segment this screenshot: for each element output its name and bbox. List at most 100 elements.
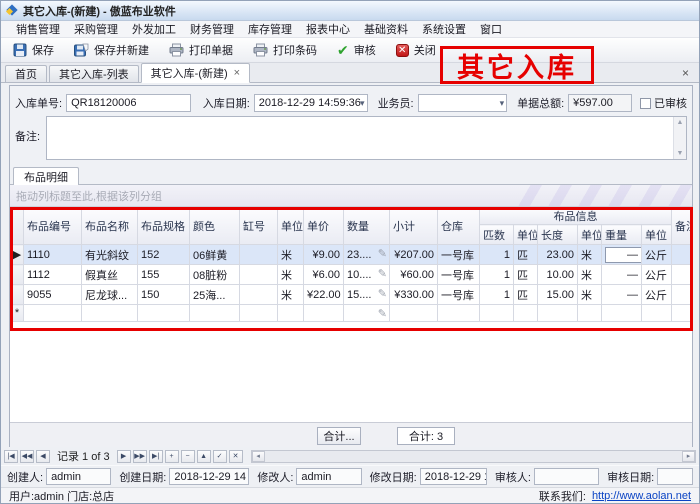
row-selector[interactable] xyxy=(11,265,24,285)
audited-checkbox[interactable]: 已审核 xyxy=(640,95,687,111)
save-button[interactable]: 保存 xyxy=(13,42,54,58)
nav-button[interactable]: ◀◀ xyxy=(20,450,34,463)
salesman-select[interactable]: ▾ xyxy=(418,94,507,112)
cell-len-unit[interactable]: 米 xyxy=(578,265,602,285)
scroll-up-icon[interactable]: ▲ xyxy=(677,119,684,126)
date-picker[interactable]: 2018-12-29 14:59:36▾ xyxy=(254,94,368,112)
scroll-left-icon[interactable]: ◂ xyxy=(252,451,265,462)
nav-button[interactable]: |◀ xyxy=(4,450,18,463)
cell-price[interactable]: ¥9.00 xyxy=(304,245,344,265)
cell-subtotal[interactable]: ¥60.00 xyxy=(390,265,438,285)
row-selector[interactable] xyxy=(11,285,24,305)
scroll-down-icon[interactable]: ▼ xyxy=(677,150,684,157)
cell-weight[interactable]: — xyxy=(602,285,642,305)
chevron-down-icon[interactable]: ▾ xyxy=(500,98,505,109)
cell-subtotal[interactable]: ¥330.00 xyxy=(390,285,438,305)
col-group-fabric-info[interactable]: 布品信息 xyxy=(480,208,672,225)
cell-vat[interactable] xyxy=(240,285,278,305)
col-header-len-unit[interactable]: 单位 xyxy=(578,225,602,245)
table-row[interactable]: 1112 假真丝 155 08脏粉 米 ¥6.00 10....✎ ¥60.00… xyxy=(11,265,692,285)
cell-color[interactable]: 06鲜黄 xyxy=(190,245,240,265)
nav-button[interactable]: + xyxy=(165,450,179,463)
cell-length[interactable]: 10.00 xyxy=(538,265,578,285)
nav-button[interactable]: − xyxy=(181,450,195,463)
cell-unit[interactable]: 米 xyxy=(278,245,304,265)
order-no-field[interactable]: QR18120006 xyxy=(66,94,191,112)
cell-vat[interactable] xyxy=(240,265,278,285)
cell-name[interactable]: 尼龙球... xyxy=(82,285,138,305)
col-header-vat[interactable]: 缸号 xyxy=(240,208,278,245)
cell-length[interactable]: 15.00 xyxy=(538,285,578,305)
col-header-pcs-unit[interactable]: 单位 xyxy=(514,225,538,245)
cell-pcs-unit[interactable]: 匹 xyxy=(514,245,538,265)
menu-basedata[interactable]: 基础资料 xyxy=(357,20,415,38)
cell-remark[interactable] xyxy=(672,245,692,265)
tab-inbound-new[interactable]: 其它入库-(新建) × xyxy=(141,63,250,83)
table-row[interactable]: 9055 尼龙球... 150 25海... 米 ¥22.00 15....✎ … xyxy=(11,285,692,305)
cell-unit[interactable]: 米 xyxy=(278,265,304,285)
menu-window[interactable]: 窗口 xyxy=(473,20,509,38)
col-header-weight[interactable]: 重量 xyxy=(602,225,642,245)
horizontal-scrollbar[interactable]: ◂ ▸ xyxy=(251,450,696,463)
cell-pcs-unit[interactable]: 匹 xyxy=(514,265,538,285)
cell-len-unit[interactable]: 米 xyxy=(578,285,602,305)
print-doc-button[interactable]: 打印单据 xyxy=(169,42,233,58)
menu-reports[interactable]: 报表中心 xyxy=(299,20,357,38)
cell-len-unit[interactable]: 米 xyxy=(578,245,602,265)
cell-spec[interactable]: 155 xyxy=(138,265,190,285)
group-by-box[interactable]: 拖动列标题至此,根据该列分组 xyxy=(10,185,692,207)
cell-remark[interactable] xyxy=(672,265,692,285)
menu-settings[interactable]: 系统设置 xyxy=(415,20,473,38)
nav-button[interactable]: ✕ xyxy=(229,450,243,463)
col-header-color[interactable]: 颜色 xyxy=(190,208,240,245)
print-barcode-button[interactable]: 打印条码 xyxy=(253,42,317,58)
tab-inbound-list[interactable]: 其它入库-列表 xyxy=(49,65,139,82)
save-and-new-button[interactable]: 保存并新建 xyxy=(74,42,149,58)
cell-price[interactable]: ¥22.00 xyxy=(304,285,344,305)
cell-color[interactable]: 25海... xyxy=(190,285,240,305)
panel-close-icon[interactable]: × xyxy=(676,66,695,80)
cell-qty[interactable]: 23....✎ xyxy=(344,245,390,265)
scroll-right-icon[interactable]: ▸ xyxy=(682,451,695,462)
col-header-price[interactable]: 单价 xyxy=(304,208,344,245)
col-header-remark[interactable]: 备注 xyxy=(672,208,692,245)
nav-button[interactable]: ▶▶ xyxy=(133,450,147,463)
nav-button[interactable]: ✓ xyxy=(213,450,227,463)
website-link[interactable]: http://www.aolan.net xyxy=(592,490,691,502)
cell-wt-unit[interactable]: 公斤 xyxy=(642,245,672,265)
sum-button[interactable]: 合计... xyxy=(317,427,361,445)
menu-outsourcing[interactable]: 外发加工 xyxy=(125,20,183,38)
cell-code[interactable]: 1110 xyxy=(24,245,82,265)
col-header-warehouse[interactable]: 仓库 xyxy=(438,208,480,245)
menu-finance[interactable]: 财务管理 xyxy=(183,20,241,38)
row-selector[interactable]: ▶ xyxy=(11,245,24,265)
col-header-pcs[interactable]: 匹数 xyxy=(480,225,514,245)
cell-unit[interactable]: 米 xyxy=(278,285,304,305)
col-header-code[interactable]: 布品编号 xyxy=(24,208,82,245)
cell-code[interactable]: 1112 xyxy=(24,265,82,285)
nav-button[interactable]: ▶| xyxy=(149,450,163,463)
cell-name[interactable]: 有光斜纹 xyxy=(82,245,138,265)
nav-button[interactable]: ▶ xyxy=(117,450,131,463)
cell-pcs-unit[interactable]: 匹 xyxy=(514,285,538,305)
cell-code[interactable]: 9055 xyxy=(24,285,82,305)
cell-spec[interactable]: 152 xyxy=(138,245,190,265)
cell-spec[interactable]: 150 xyxy=(138,285,190,305)
col-header-length[interactable]: 长度 xyxy=(538,225,578,245)
cell-wt-unit[interactable]: 公斤 xyxy=(642,265,672,285)
col-header-qty[interactable]: 数量 xyxy=(344,208,390,245)
cell-weight[interactable]: — xyxy=(602,265,642,285)
tab-close-icon[interactable]: × xyxy=(234,68,240,78)
cell-weight[interactable]: — xyxy=(602,245,642,265)
audit-button[interactable]: ✔ 审核 xyxy=(337,42,376,58)
col-header-subtotal[interactable]: 小计 xyxy=(390,208,438,245)
chevron-down-icon[interactable]: ▾ xyxy=(360,98,365,109)
close-button[interactable]: ✕ 关闭 xyxy=(396,42,436,58)
cell-pcs[interactable]: 1 xyxy=(480,245,514,265)
tab-fabric-detail[interactable]: 布品明细 xyxy=(13,167,79,185)
menu-sales[interactable]: 销售管理 xyxy=(9,20,67,38)
checkbox-icon[interactable] xyxy=(640,98,651,109)
nav-button[interactable]: ▲ xyxy=(197,450,211,463)
col-header-unit[interactable]: 单位 xyxy=(278,208,304,245)
cell-qty[interactable]: 10....✎ xyxy=(344,265,390,285)
